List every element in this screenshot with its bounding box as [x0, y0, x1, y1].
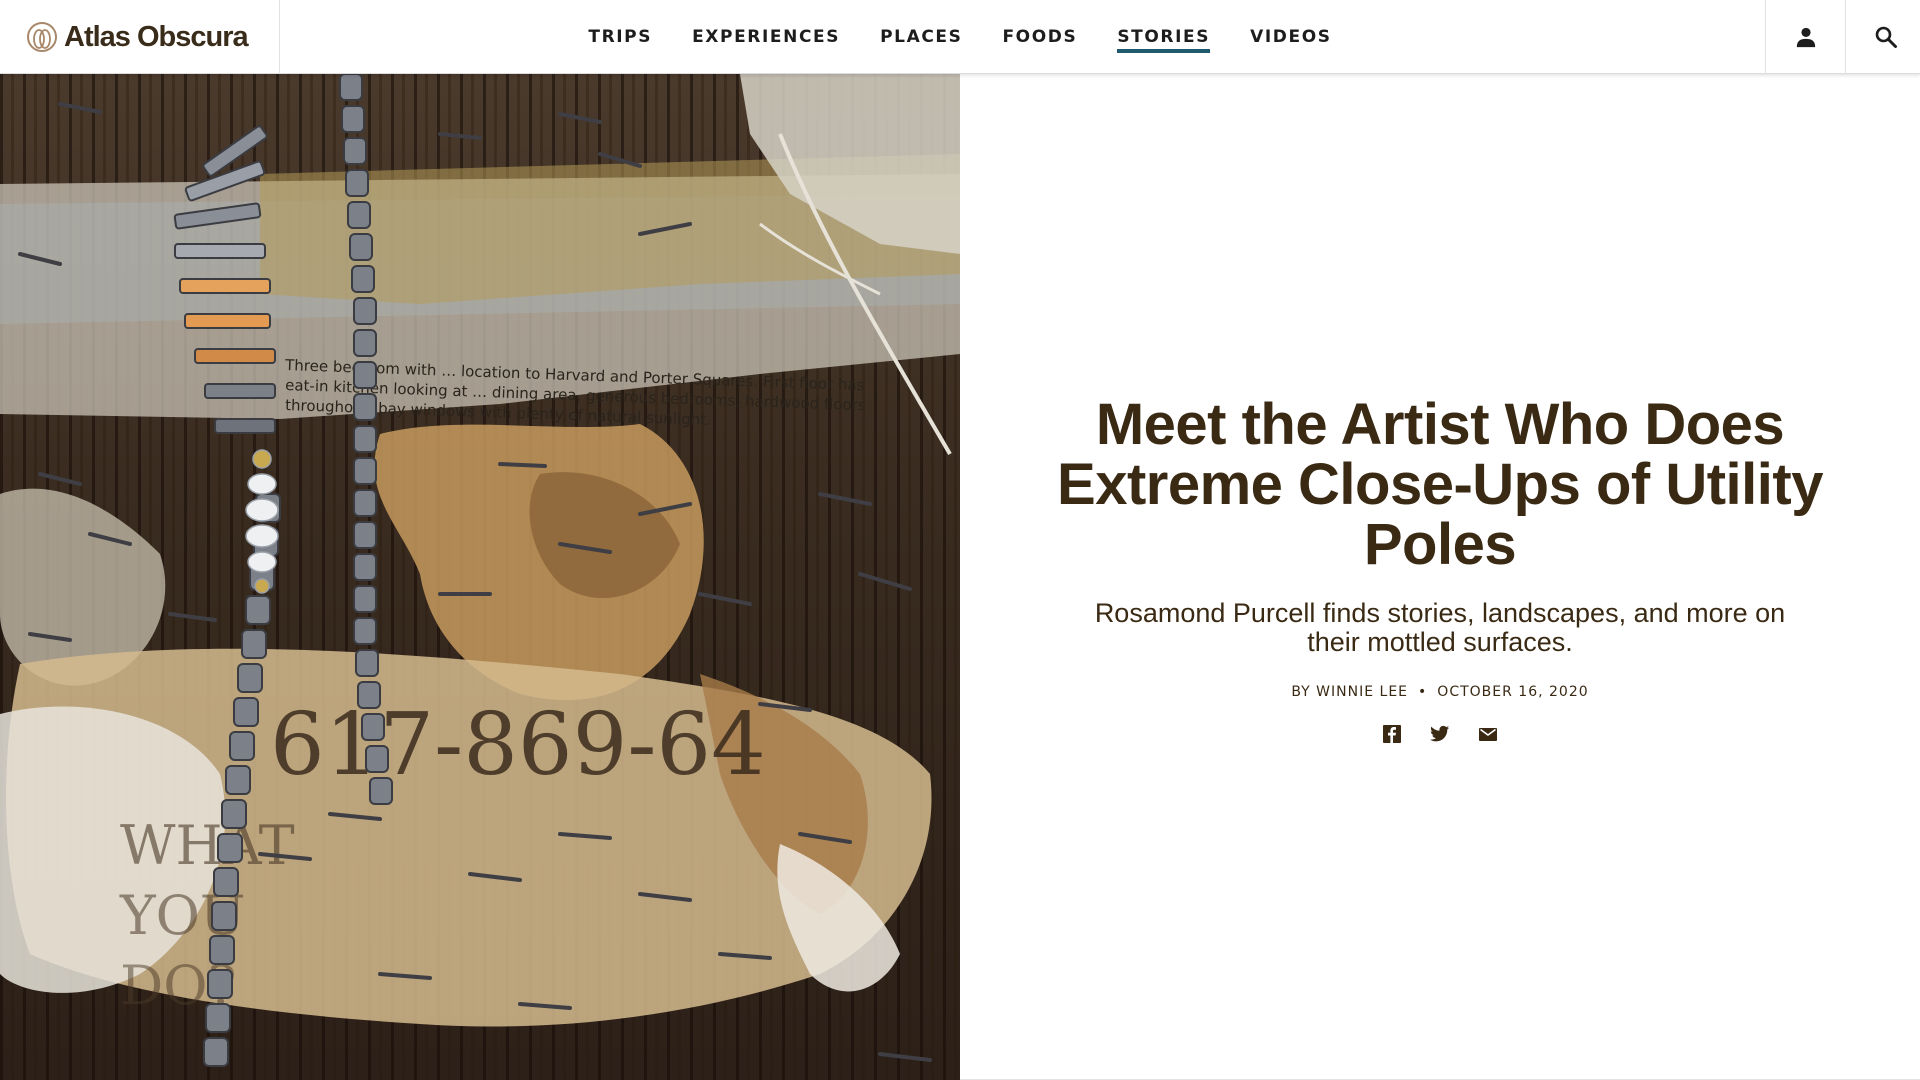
nav-experiences[interactable]: EXPERIENCES [692, 21, 840, 53]
nav-videos[interactable]: VIDEOS [1250, 21, 1332, 53]
atlas-obscura-logo-icon [27, 22, 57, 52]
article-title: Meet the Artist Who Does Extreme Close-U… [1057, 392, 1823, 577]
logo-wordmark: Atlas Obscura [64, 20, 249, 53]
email-icon [1479, 728, 1497, 741]
nav-places[interactable]: PLACES [880, 21, 962, 53]
site-header: Atlas Obscura TRIPS EXPERIENCES PLACES F… [0, 0, 1920, 74]
account-button[interactable] [1765, 0, 1845, 74]
nav-foods[interactable]: FOODS [1002, 21, 1077, 53]
printed-sign-line-1: WHAT [120, 814, 295, 877]
article-subtitle: Rosamond Purcell finds stories, landscap… [1094, 598, 1786, 657]
nav-trips[interactable]: TRIPS [588, 21, 652, 53]
search-button[interactable] [1845, 0, 1920, 74]
article-header: Meet the Artist Who Does Extreme Close-U… [1030, 395, 1850, 744]
utility-pole-photo: Three bedroom with … location to Harvard… [0, 74, 960, 1067]
search-icon [1875, 26, 1897, 48]
printed-phone-number: 617-869-64 [270, 695, 766, 795]
share-buttons [1030, 724, 1850, 744]
facebook-share-button[interactable] [1382, 724, 1402, 744]
article-date: OCTOBER 16, 2020 [1437, 684, 1589, 700]
site-logo[interactable]: Atlas Obscura [0, 0, 280, 74]
article-byline[interactable]: BY WINNIE LEE [1291, 684, 1408, 700]
twitter-share-button[interactable] [1430, 724, 1450, 744]
person-icon [1796, 27, 1815, 48]
hero-image: Three bedroom with … location to Harvard… [0, 74, 960, 1080]
article-meta: BY WINNIE LEE • OCTOBER 16, 2020 [1030, 684, 1850, 700]
email-share-button[interactable] [1478, 724, 1498, 744]
twitter-icon [1430, 725, 1450, 742]
meta-separator: • [1418, 684, 1428, 700]
main-nav: TRIPS EXPERIENCES PLACES FOODS STORIES V… [0, 0, 1920, 74]
nav-stories[interactable]: STORIES [1117, 21, 1210, 53]
facebook-icon [1383, 725, 1401, 743]
